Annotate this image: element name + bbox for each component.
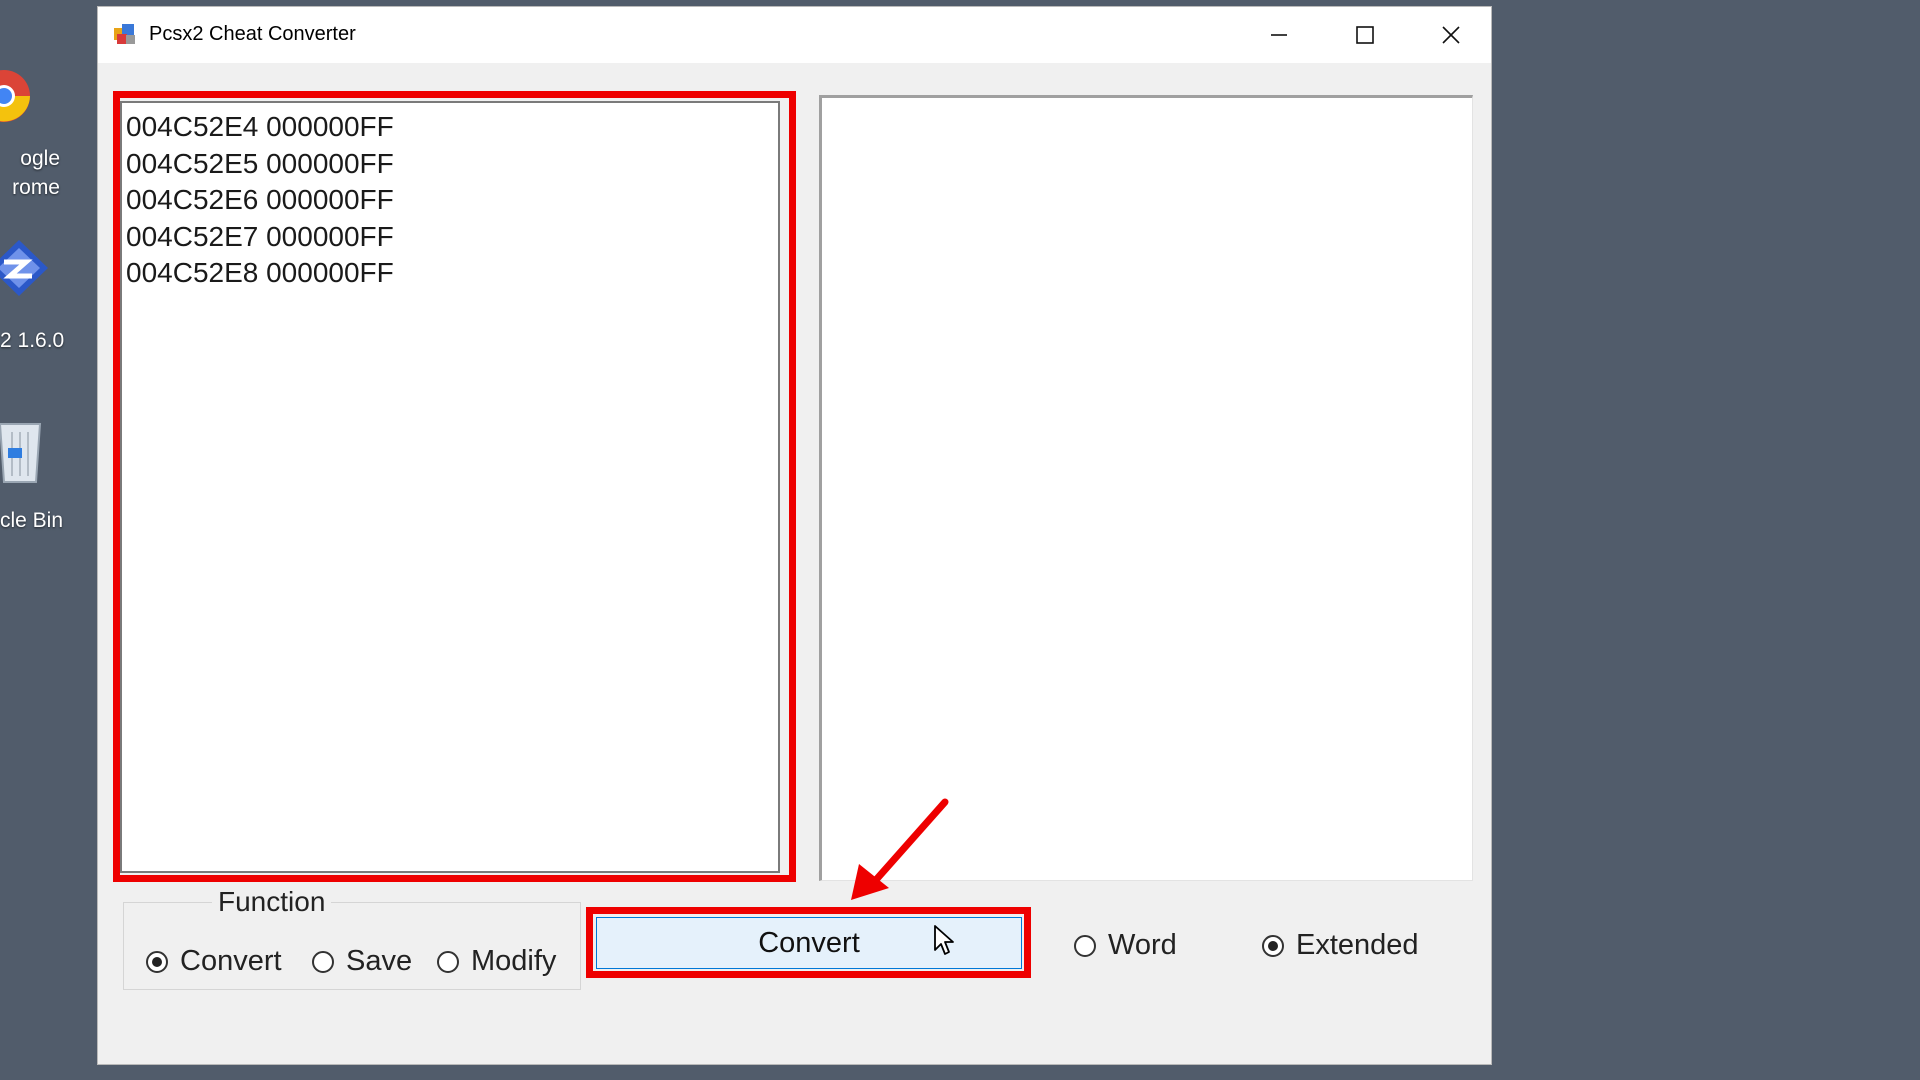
close-icon xyxy=(1442,26,1460,44)
radio-convert-label: Convert xyxy=(180,945,282,977)
mouse-cursor-icon xyxy=(934,925,954,955)
input-line: 004C52E7 000000FF xyxy=(126,220,394,252)
input-textarea[interactable]: 004C52E4 000000FF 004C52E5 000000FF 004C… xyxy=(120,101,780,873)
desktop-icon-label: 2 1.6.0 xyxy=(0,329,65,352)
window-title: Pcsx2 Cheat Converter xyxy=(149,23,356,45)
recycle-bin-icon xyxy=(0,423,42,483)
pcsx2-icon xyxy=(0,240,48,296)
radio-modify-label: Modify xyxy=(471,945,557,977)
close-button[interactable] xyxy=(1408,7,1494,63)
radio-extended[interactable]: Extended xyxy=(1262,929,1419,962)
chrome-icon xyxy=(0,70,30,122)
radio-indicator xyxy=(437,950,459,973)
radio-word-label: Word xyxy=(1108,929,1177,961)
radio-checked-indicator xyxy=(146,950,168,973)
radio-indicator xyxy=(312,950,334,973)
desktop-icon-label: ogle xyxy=(20,147,60,170)
app-icon xyxy=(114,24,135,44)
title-bar[interactable]: Pcsx2 Cheat Converter xyxy=(98,7,1491,63)
input-line: 004C52E4 000000FF xyxy=(126,111,394,142)
minimize-icon xyxy=(1271,34,1287,36)
minimize-button[interactable] xyxy=(1236,7,1322,63)
input-line: 004C52E6 000000FF xyxy=(126,184,394,215)
radio-word[interactable]: Word xyxy=(1074,929,1177,962)
app-window: Pcsx2 Cheat Converter 004C52E4 000000FF … xyxy=(97,6,1492,1065)
input-lines: 004C52E4 000000FF 004C52E5 000000FF 004C… xyxy=(126,109,394,292)
function-legend: Function xyxy=(212,886,332,918)
radio-extended-label: Extended xyxy=(1296,929,1419,961)
radio-indicator xyxy=(1074,934,1096,957)
radio-save-label: Save xyxy=(346,945,413,977)
radio-modify[interactable]: Modify xyxy=(437,945,556,978)
output-textarea[interactable] xyxy=(819,95,1473,881)
maximize-icon xyxy=(1356,26,1374,44)
desktop-icon-label: rome xyxy=(12,176,60,199)
maximize-button[interactable] xyxy=(1322,7,1408,63)
radio-save[interactable]: Save xyxy=(312,945,412,978)
annotation-arrow-icon xyxy=(851,798,949,900)
input-line: 004C52E8 000000FF xyxy=(126,257,394,288)
convert-button[interactable]: Convert xyxy=(596,917,1022,969)
desktop-icon-label: cle Bin xyxy=(0,509,64,532)
radio-checked-indicator xyxy=(1262,934,1284,957)
input-line: 004C52E5 000000FF xyxy=(126,147,394,179)
radio-convert[interactable]: Convert xyxy=(146,945,282,978)
